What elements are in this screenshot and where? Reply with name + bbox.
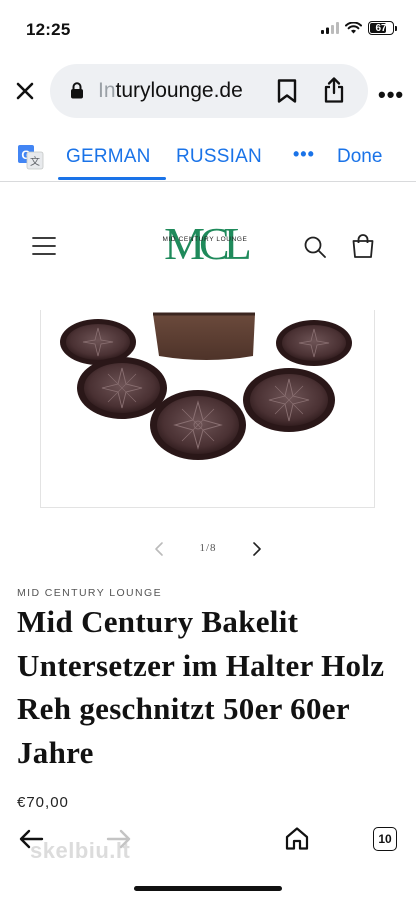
url-domain: turylounge.de: [115, 79, 243, 102]
wifi-icon: [345, 22, 362, 34]
product-price: €70,00: [17, 794, 69, 811]
browser-address-row: Ιnturylounge.de •••: [0, 62, 416, 120]
status-time: 12:25: [26, 20, 71, 39]
url-faded-prefix: Ιn: [98, 79, 116, 102]
tab-german[interactable]: GERMAN: [66, 146, 151, 168]
chevron-left-icon[interactable]: [152, 540, 166, 558]
battery-icon: 67: [368, 21, 397, 35]
site-header: MCL MID CENTURY LOUNGE: [0, 200, 416, 296]
product-title: Mid Century Bakelit Untersetzer im Halte…: [17, 604, 385, 770]
translate-done-button[interactable]: Done: [337, 146, 382, 168]
url-bar[interactable]: Ιnturylounge.de: [50, 64, 368, 118]
chevron-right-icon[interactable]: [250, 540, 264, 558]
product-image[interactable]: [40, 310, 375, 508]
lock-icon: [71, 82, 83, 99]
more-menu-button[interactable]: •••: [378, 82, 404, 108]
close-icon[interactable]: [12, 78, 38, 104]
tabs-button[interactable]: 10: [373, 827, 397, 851]
share-icon[interactable]: [322, 76, 346, 104]
gallery-counter: 1/8: [199, 542, 217, 554]
forward-arrow-icon[interactable]: [106, 828, 132, 850]
google-translate-icon[interactable]: G 文: [18, 144, 44, 170]
cellular-signal-icon: [321, 22, 339, 34]
logo-tagline: MID CENTURY LOUNGE: [162, 236, 248, 243]
logo-monogram-text: MCL: [164, 218, 250, 269]
site-logo[interactable]: MCL MID CENTURY LOUNGE: [146, 214, 264, 270]
translate-more-button[interactable]: •••: [293, 144, 315, 165]
translate-bar: G 文 GERMAN RUSSIAN ••• Done: [0, 132, 416, 182]
browser-bottom-toolbar: skelbiu.lt 10: [0, 814, 416, 900]
coaster-center: [150, 390, 246, 460]
svg-text:文: 文: [30, 155, 40, 168]
battery-level: 67: [375, 22, 387, 34]
url-text[interactable]: Ιnturylounge.de: [98, 79, 243, 103]
status-bar: 12:25 67: [0, 0, 416, 58]
coaster-top-right: [276, 320, 352, 366]
hamburger-menu-icon[interactable]: [32, 236, 56, 256]
home-indicator[interactable]: [134, 886, 282, 891]
active-tab-indicator: [58, 177, 166, 180]
status-icons: 67: [321, 21, 397, 35]
search-icon[interactable]: [303, 235, 327, 259]
tab-russian[interactable]: RUSSIAN: [176, 146, 262, 168]
back-arrow-icon[interactable]: [18, 828, 44, 850]
cart-icon[interactable]: [350, 233, 376, 259]
home-icon[interactable]: [284, 825, 310, 851]
tab-count: 10: [378, 832, 392, 846]
gallery-navigation: 1/8: [0, 538, 416, 562]
bookmark-icon[interactable]: [276, 78, 298, 104]
coaster-mid-right: [243, 368, 335, 432]
coasters-photo: [60, 312, 352, 460]
coaster-mid-left: [77, 357, 167, 419]
product-vendor[interactable]: MID CENTURY LOUNGE: [17, 587, 162, 599]
